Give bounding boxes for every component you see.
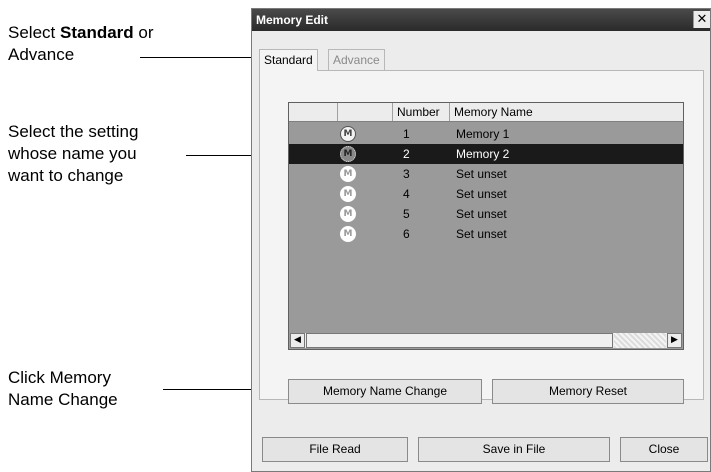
list-header: Number Memory Name — [289, 103, 683, 122]
list-item[interactable]: M 3 Set unset — [289, 164, 683, 184]
callout-leader-line — [140, 57, 256, 58]
horizontal-scrollbar[interactable]: ◀ ▶ — [290, 332, 682, 348]
memory-icon: M — [340, 206, 356, 222]
callout-bold: Standard — [59, 23, 134, 42]
list-item[interactable]: M 5 Set unset — [289, 204, 683, 224]
memory-edit-dialog: Memory Edit ✕ Standard Advance Number Me… — [251, 8, 711, 472]
callout-text: Select — [8, 23, 60, 42]
row-number: 5 — [403, 207, 410, 221]
memory-icon: M — [340, 146, 356, 162]
callout-bold: Advance — [8, 45, 75, 64]
row-number: 3 — [403, 167, 410, 181]
scroll-track[interactable] — [614, 333, 666, 348]
scroll-right-icon[interactable]: ▶ — [667, 333, 682, 348]
row-memory-name: Memory 2 — [456, 147, 510, 161]
column-header-memory-name[interactable]: Memory Name — [450, 103, 683, 121]
memory-reset-button[interactable]: Memory Reset — [492, 379, 684, 404]
memory-icon: M — [340, 186, 356, 202]
file-read-button[interactable]: File Read — [262, 437, 408, 462]
save-in-file-button[interactable]: Save in File — [418, 437, 610, 462]
row-memory-name: Set unset — [456, 227, 507, 241]
row-number: 2 — [403, 147, 410, 161]
memory-name-change-button[interactable]: Memory Name Change — [288, 379, 482, 404]
callout-select-setting: Select the setting whose name you want t… — [8, 121, 138, 187]
callout-text: Click — [8, 368, 50, 387]
row-memory-name: Set unset — [456, 207, 507, 221]
memory-icon: M — [340, 226, 356, 242]
row-number: 4 — [403, 187, 410, 201]
list-item[interactable]: M 1 Memory 1 — [289, 124, 683, 144]
callout-click-name-change: Click Memory Name Change — [8, 367, 118, 411]
tab-advance[interactable]: Advance — [328, 49, 385, 71]
callout-text: want to change — [8, 166, 124, 185]
list-item[interactable]: M 6 Set unset — [289, 224, 683, 244]
tab-label: Advance — [333, 53, 380, 67]
column-header-blank[interactable] — [289, 103, 338, 121]
callout-text: Select the setting — [8, 122, 139, 141]
column-header-icon[interactable] — [338, 103, 393, 121]
scroll-left-icon[interactable]: ◀ — [290, 333, 305, 348]
row-memory-name: Memory 1 — [456, 127, 510, 141]
close-icon[interactable]: ✕ — [693, 11, 710, 28]
memory-list: Number Memory Name M 1 Memory 1 M 2 Memo… — [288, 102, 684, 350]
tab-standard[interactable]: Standard — [259, 49, 318, 71]
dialog-title: Memory Edit — [256, 13, 329, 27]
callout-text: or — [133, 23, 154, 42]
close-button[interactable]: Close — [620, 437, 708, 462]
scroll-thumb[interactable] — [306, 333, 613, 348]
column-header-number[interactable]: Number — [393, 103, 450, 121]
row-memory-name: Set unset — [456, 187, 507, 201]
row-number: 6 — [403, 227, 410, 241]
callout-bold: Name Change — [8, 390, 118, 409]
row-memory-name: Set unset — [456, 167, 507, 181]
dialog-titlebar: Memory Edit ✕ — [252, 9, 710, 31]
list-item[interactable]: M 4 Set unset — [289, 184, 683, 204]
memory-icon: M — [340, 166, 356, 182]
tab-label: Standard — [264, 53, 313, 67]
callout-text: whose name you — [8, 144, 137, 163]
list-item-selected[interactable]: M 2 Memory 2 — [289, 144, 683, 164]
row-number: 1 — [403, 127, 410, 141]
callout-bold: Memory — [49, 368, 111, 387]
callout-select-tab: Select Standard or Advance — [8, 22, 154, 66]
memory-icon: M — [340, 126, 356, 142]
